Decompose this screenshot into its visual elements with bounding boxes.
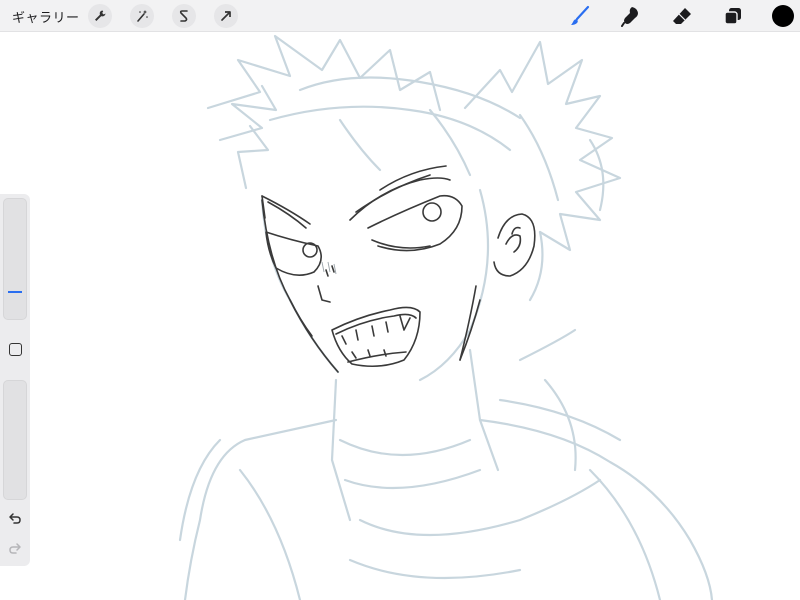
brush-size-slider[interactable] [3,198,27,320]
rough-sketch-layer [178,34,714,600]
brush-button[interactable] [567,4,593,28]
selection-icon [179,10,188,22]
magic-wand-icon [137,10,148,22]
left-sidebar [0,194,30,566]
eraser-icon [673,8,691,24]
drawing-canvas[interactable] [0,32,800,600]
adjustments-button[interactable] [130,4,154,28]
wrench-icon [95,10,106,21]
redo-icon[interactable] [7,541,23,557]
undo-icon[interactable] [7,511,23,527]
selection-button[interactable] [172,4,196,28]
transform-arrow-icon [221,11,231,21]
transform-button[interactable] [214,4,238,28]
actions-button[interactable] [88,4,112,28]
color-picker-button[interactable] [772,5,794,27]
brush-size-indicator [8,291,22,293]
lineart-layer [261,165,536,373]
opacity-slider[interactable] [3,380,27,500]
layers-icon [724,8,741,25]
layers-button[interactable] [720,4,746,28]
modify-button[interactable] [9,343,22,356]
eraser-button[interactable] [669,4,695,28]
top-toolbar: ギャラリー [0,0,800,32]
smudge-icon [621,7,638,27]
smudge-button[interactable] [618,4,644,28]
gallery-button[interactable]: ギャラリー [12,7,80,26]
brush-icon [571,5,590,25]
